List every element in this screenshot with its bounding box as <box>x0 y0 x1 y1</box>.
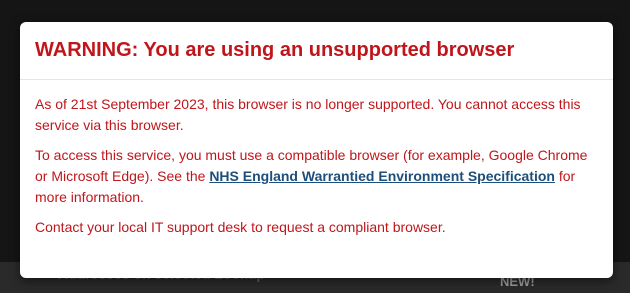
dialog-header: WARNING: You are using an unsupported br… <box>20 22 613 80</box>
contact-it-support-text: Contact your local IT support desk to re… <box>35 219 446 235</box>
dialog-title: WARNING: You are using an unsupported br… <box>35 39 515 61</box>
unsupported-notice-text: As of 21st September 2023, this browser … <box>35 96 581 133</box>
compatible-browser-text: To access this service, you must use a c… <box>35 145 598 208</box>
warrantied-environment-spec-link[interactable]: NHS England Warrantied Environment Speci… <box>209 168 555 184</box>
dialog-body: As of 21st September 2023, this browser … <box>20 80 613 238</box>
unsupported-browser-dialog: WARNING: You are using an unsupported br… <box>20 22 613 278</box>
